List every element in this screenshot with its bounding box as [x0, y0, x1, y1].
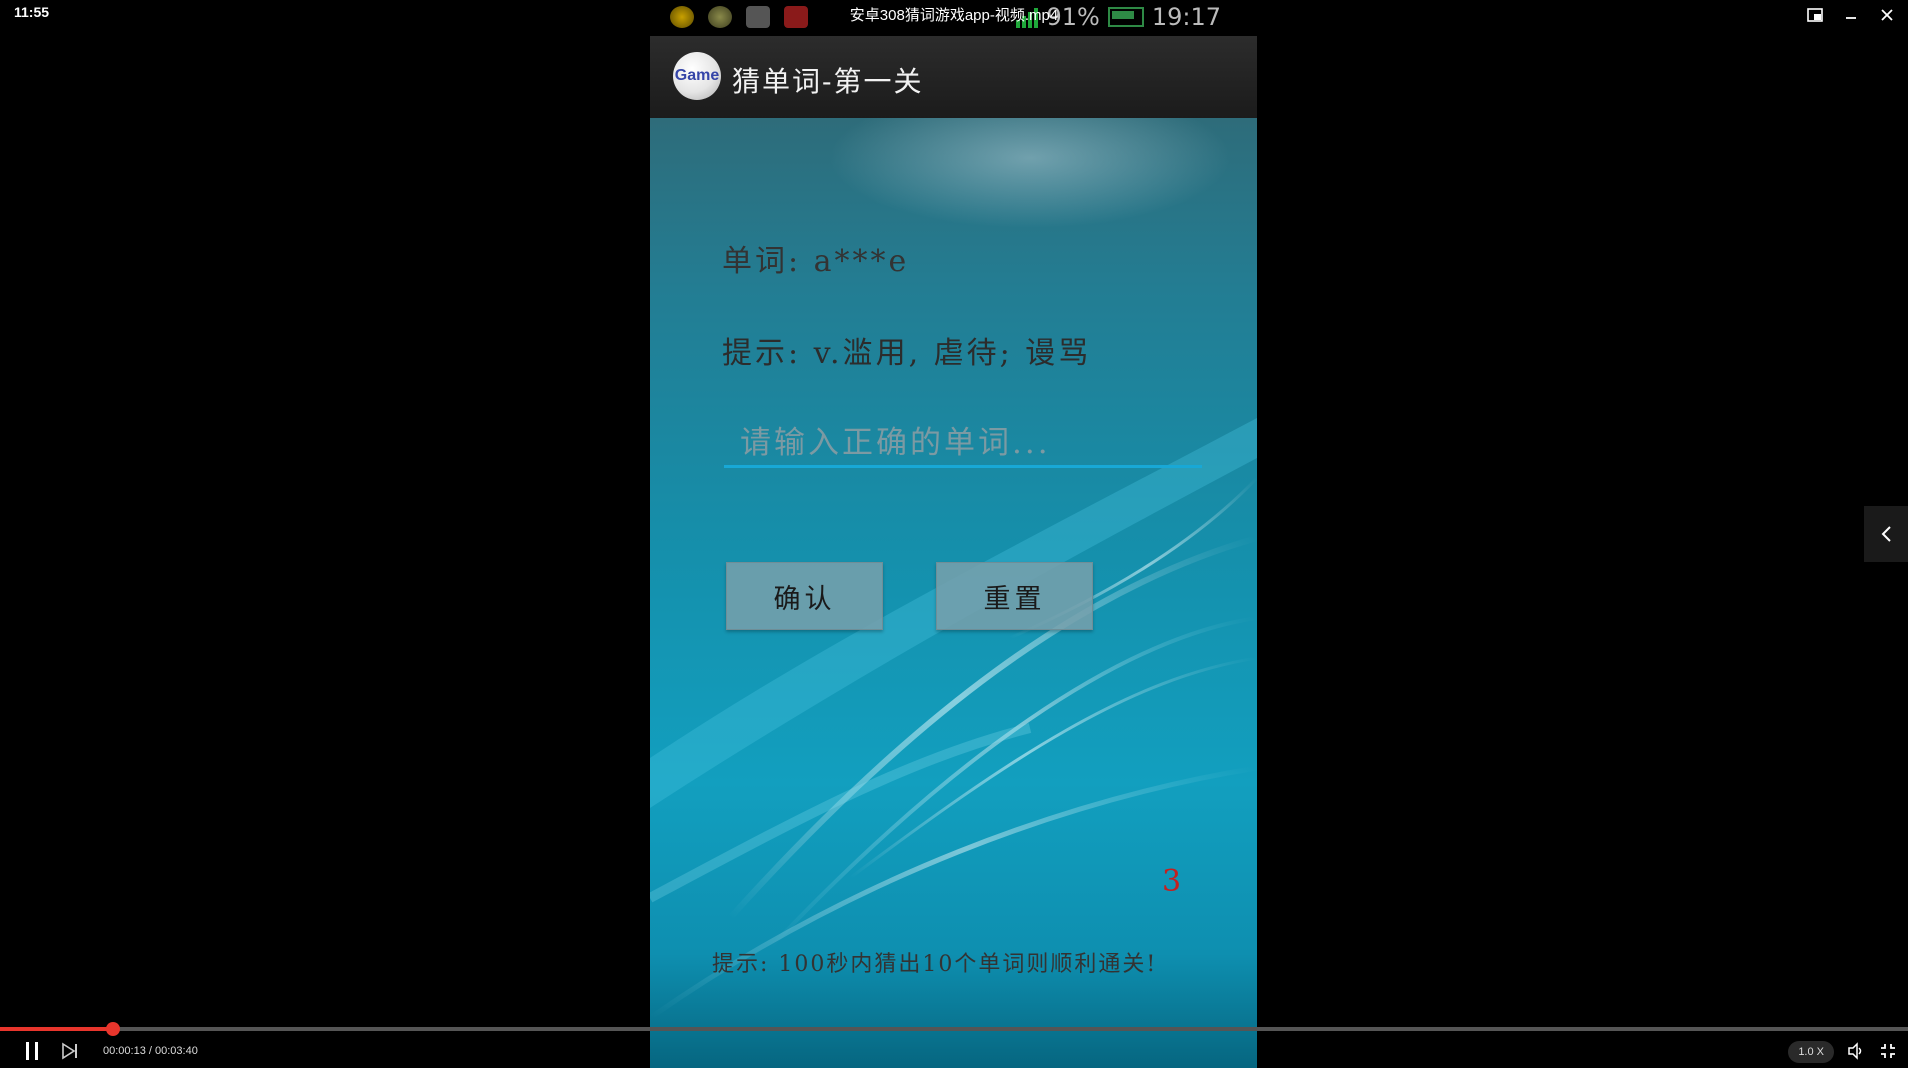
skip-next-icon — [62, 1042, 77, 1060]
app-logo-text: Game — [674, 67, 720, 84]
app-logo: Game — [673, 52, 721, 100]
volume-icon — [1848, 1042, 1862, 1060]
speed-button[interactable]: 1.0 X — [1788, 1041, 1834, 1063]
app-title: 猜单词-第一关 — [732, 65, 924, 98]
exit-fullscreen-button[interactable] — [1876, 1039, 1900, 1063]
word-display: 单词: a***e — [722, 244, 910, 279]
chevron-left-icon — [1881, 526, 1891, 542]
pause-icon — [26, 1042, 38, 1060]
time-display: 00:00:13 / 00:03:40 — [103, 1045, 198, 1057]
progress-fill — [0, 1027, 113, 1031]
video-title: 安卓308猜词游戏app-视频.mp4 — [849, 7, 1059, 24]
countdown-number: 3 — [1162, 864, 1182, 899]
word-hint: 提示: v.滥用, 虐待; 谩骂 — [722, 336, 1092, 371]
side-panel-toggle[interactable] — [1864, 506, 1908, 562]
answer-input[interactable] — [724, 420, 1202, 468]
phone-screen: 91% 19:17 Game 猜单词-第一关 单词: a***e 提示: v.滥… — [650, 0, 1257, 1068]
player-controls: 00:00:13 / 00:03:40 1.0 X — [0, 1022, 1908, 1068]
exit-fullscreen-icon — [1881, 1044, 1895, 1058]
control-row: 00:00:13 / 00:03:40 1.0 X — [0, 1034, 1908, 1068]
progress-bar[interactable] — [0, 1022, 1908, 1036]
bottom-tip: 提示: 100秒内猜出10个单词则顺利通关! — [712, 952, 1158, 977]
app-action-bar: Game 猜单词-第一关 — [650, 36, 1257, 119]
reset-button[interactable]: 重置 — [936, 562, 1093, 630]
confirm-button[interactable]: 确认 — [726, 562, 883, 630]
volume-button[interactable] — [1844, 1039, 1868, 1063]
next-button[interactable] — [58, 1039, 82, 1063]
game-screen: 单词: a***e 提示: v.滥用, 虐待; 谩骂 确认 重置 3 提示: 1… — [650, 118, 1257, 1068]
pause-button[interactable] — [20, 1039, 44, 1063]
